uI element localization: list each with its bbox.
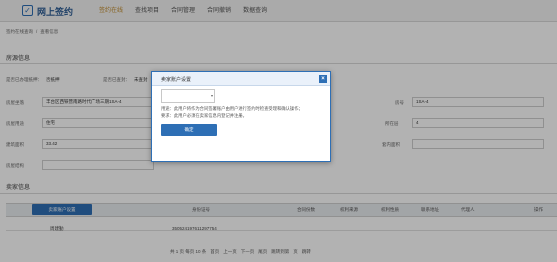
seller-account-dialog: 卖家账户设置 × ▾ 用途：此用户将作为合同签署账户由用户进行签约时检查受理和确… [151,71,331,162]
dialog-header: 卖家账户设置 × [152,72,330,86]
requirement-note: 要求：此用户必须在卖家信息内登记并注册。 [161,113,247,118]
account-select[interactable]: ▾ [161,89,215,103]
confirm-button[interactable]: 确定 [161,124,217,136]
usage-note: 用途：此用户将作为合同签署账户由用户进行签约时检查受理和确认操作； [161,106,303,111]
dialog-title: 卖家账户设置 [161,77,192,83]
close-icon[interactable]: × [319,75,327,83]
chevron-down-icon: ▾ [210,93,213,98]
